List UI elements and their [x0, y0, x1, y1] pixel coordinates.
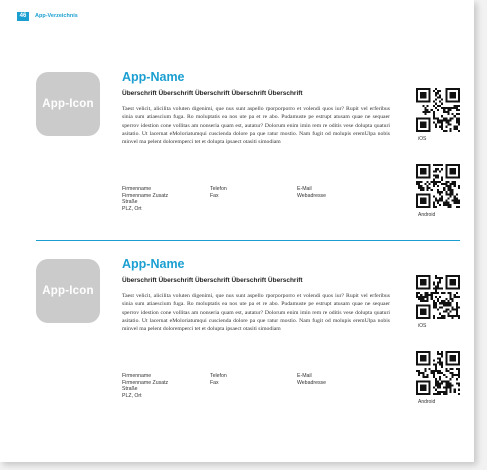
qr-code-ios [416, 275, 460, 319]
qr-ios-label: iOS [418, 323, 427, 329]
qr-android-label: Android [418, 399, 436, 405]
contact-phone: Telefon Fax [210, 186, 227, 199]
document-page: 46 App-Verzeichnis App-Icon App-Name Übe… [0, 0, 474, 462]
company-name: Firmenname [122, 373, 152, 379]
qr-code-android [416, 164, 460, 208]
entry-body: Taest velicit, alicilita voluten digenim… [122, 106, 390, 146]
email: E-Mail [297, 373, 312, 379]
entry-body: Taest velicit, alicilita voluten digenim… [122, 293, 390, 333]
fax: Fax [210, 379, 219, 386]
email: E-Mail [297, 186, 312, 192]
app-entry: App-Icon App-Name Überschrift Überschrif… [0, 257, 474, 439]
divider-line [36, 240, 460, 241]
app-name: App-Name [122, 70, 185, 84]
qr-ios-label: iOS [418, 136, 427, 142]
phone: Telefon [210, 373, 227, 379]
street: Straße [122, 199, 138, 206]
fax: Fax [210, 192, 219, 199]
company-extra: Firmenname Zusatz [122, 379, 169, 386]
city: PLZ, Ort [122, 392, 142, 399]
company-name: Firmenname [122, 186, 152, 192]
app-name: App-Name [122, 257, 185, 271]
contact-phone: Telefon Fax [210, 373, 227, 386]
app-icon-placeholder: App-Icon [36, 72, 100, 136]
page-number: 46 [17, 12, 29, 21]
qr-code-ios [416, 88, 460, 132]
qr-code-android [416, 351, 460, 395]
phone: Telefon [210, 186, 227, 192]
web: Webadresse [297, 379, 327, 386]
city: PLZ, Ort [122, 205, 142, 212]
contact-online: E-Mail Webadresse [297, 186, 326, 199]
entry-headline: Überschrift Überschrift Überschrift Über… [122, 277, 303, 284]
web: Webadresse [297, 192, 327, 199]
contact-address: Firmenname Firmenname Zusatz Straße PLZ,… [122, 373, 168, 399]
contact-online: E-Mail Webadresse [297, 373, 326, 386]
section-title: App-Verzeichnis [35, 13, 78, 19]
entry-headline: Überschrift Überschrift Überschrift Über… [122, 90, 303, 97]
app-entry: App-Icon App-Name Überschrift Überschrif… [0, 70, 474, 252]
contact-address: Firmenname Firmenname Zusatz Straße PLZ,… [122, 186, 168, 212]
qr-android-label: Android [418, 212, 436, 218]
company-extra: Firmenname Zusatz [122, 192, 169, 199]
app-icon-placeholder: App-Icon [36, 259, 100, 323]
street: Straße [122, 386, 138, 393]
